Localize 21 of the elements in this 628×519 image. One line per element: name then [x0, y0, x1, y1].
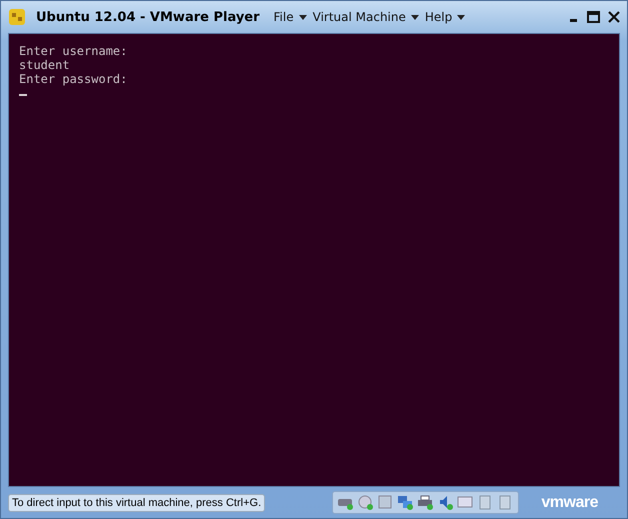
console-line: Enter password: [19, 72, 128, 86]
menu-item[interactable]: Help [424, 10, 466, 24]
caret-icon [298, 14, 307, 20]
console-line: student [19, 58, 71, 72]
sound-device-icon[interactable] [437, 494, 454, 511]
cd-device-icon[interactable] [357, 494, 374, 511]
app-logo-icon [8, 8, 26, 26]
caret-icon [457, 14, 466, 20]
close-icon[interactable] [608, 11, 620, 23]
status-message: To direct input to this virtual machine, press Ctrl+G. [8, 494, 266, 512]
window-title: Ubuntu 12.04 - VMware Player [36, 10, 260, 24]
brand-logo: vmware [541, 494, 598, 512]
console-screen[interactable]: Enter username: student Enter password: [8, 33, 620, 487]
menu-item[interactable]: File [274, 10, 307, 24]
floppy-device-icon[interactable] [377, 494, 394, 511]
printer-device-icon[interactable] [417, 494, 434, 511]
menu-item[interactable]: Virtual Machine [312, 10, 419, 24]
network-device-icon[interactable] [397, 494, 414, 511]
console-line: Enter username: [19, 44, 128, 58]
maximize-icon[interactable] [587, 11, 600, 23]
caret-icon [410, 14, 419, 20]
